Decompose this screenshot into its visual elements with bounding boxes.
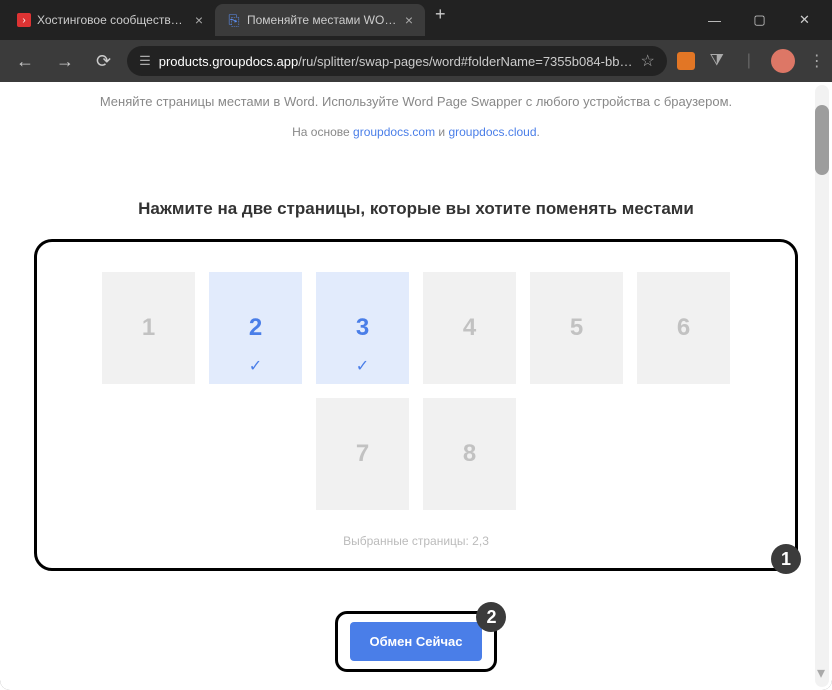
browser-tabs: › Хостинговое сообщество «Tim × ⎘ Поменя… [5,4,692,36]
page-thumb-4[interactable]: 4 [423,272,516,384]
page-number: 8 [463,440,476,468]
description-fragment: Меняйте страницы местами в Word. Использ… [14,92,818,115]
page-thumb-8[interactable]: 8 [423,398,516,510]
scrollbar[interactable]: ▾ [815,85,829,687]
page-number: 1 [142,314,155,342]
swap-now-button[interactable]: Обмен Сейчас [350,622,483,661]
link-groupdocs-com[interactable]: groupdocs.com [353,125,435,139]
annotation-badge-1: 1 [771,544,801,574]
close-icon[interactable]: × [195,12,203,28]
reload-button[interactable]: ⟳ [90,47,117,76]
page-heading: Нажмите на две страницы, которые вы хоти… [34,199,798,219]
scrollbar-thumb[interactable] [815,105,829,175]
divider: | [739,51,759,71]
scroll-down-icon[interactable]: ▾ [817,663,825,683]
check-icon: ✓ [249,356,262,376]
minimize-button[interactable]: — [692,5,737,35]
annotation-badge-2: 2 [476,602,506,632]
close-window-button[interactable]: ✕ [782,5,827,35]
page-thumb-5[interactable]: 5 [530,272,623,384]
bookmark-icon[interactable]: ☆ [640,51,654,71]
forward-button[interactable]: → [50,47,80,76]
selected-pages-info: Выбранные страницы: 2,3 [57,534,775,548]
page-thumb-3[interactable]: 3✓ [316,272,409,384]
address-bar[interactable]: ☰ products.groupdocs.app/ru/splitter/swa… [127,46,667,76]
close-icon[interactable]: × [405,12,413,28]
back-button[interactable]: ← [10,47,40,76]
page-number: 4 [463,314,476,342]
powered-by: На основе groupdocs.com и groupdocs.clou… [14,115,818,169]
page-thumb-1[interactable]: 1 [102,272,195,384]
page-number: 3 [356,314,369,342]
favicon-icon: › [17,13,31,27]
tab-timeweb[interactable]: › Хостинговое сообщество «Tim × [5,4,215,36]
link-groupdocs-cloud[interactable]: groupdocs.cloud [448,125,536,139]
new-tab-button[interactable]: + [425,4,456,36]
url-text: products.groupdocs.app/ru/splitter/swap-… [159,54,633,69]
metamask-icon[interactable] [677,52,695,70]
tab-title: Поменяйте местами WORD стр [247,13,399,27]
menu-icon[interactable]: ⋮ [807,51,827,71]
page-thumb-6[interactable]: 6 [637,272,730,384]
page-thumb-2[interactable]: 2✓ [209,272,302,384]
favicon-icon: ⎘ [227,13,241,27]
profile-avatar[interactable] [771,49,795,73]
tab-title: Хостинговое сообщество «Tim [37,13,189,27]
site-info-icon[interactable]: ☰ [139,53,151,69]
page-number: 2 [249,314,262,342]
page-number: 5 [570,314,583,342]
extensions-icon[interactable]: ⧩ [707,51,727,71]
check-icon: ✓ [356,356,369,376]
tab-groupdocs[interactable]: ⎘ Поменяйте местами WORD стр × [215,4,425,36]
page-number: 7 [356,440,369,468]
page-number: 6 [677,314,690,342]
page-thumb-7[interactable]: 7 [316,398,409,510]
maximize-button[interactable]: ▢ [737,5,782,35]
